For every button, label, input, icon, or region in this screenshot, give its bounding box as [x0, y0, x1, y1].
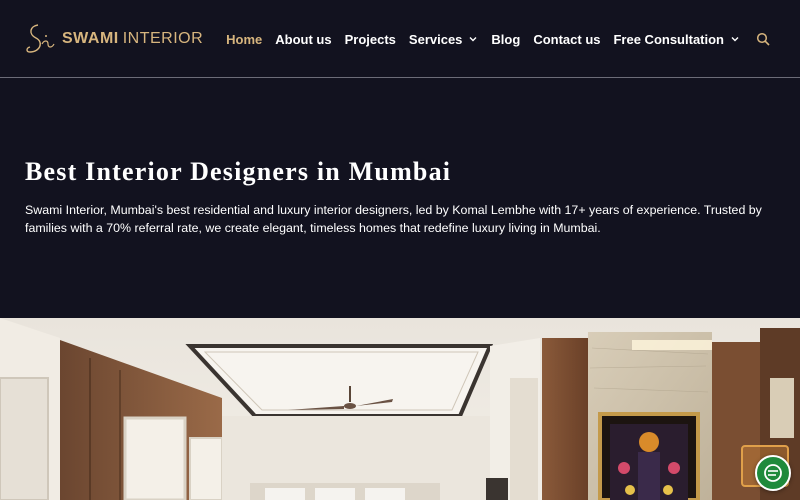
nav-item-about-us[interactable]: About us — [275, 32, 331, 47]
nav-item-label: Home — [226, 31, 263, 47]
site-logo[interactable]: SWAMI INTERIOR — [24, 22, 203, 56]
main-nav: Home About us Projects Services Blog Con… — [213, 28, 770, 50]
chat-icon — [764, 464, 782, 482]
nav-item-home[interactable]: Home — [226, 32, 262, 47]
signature-logo-icon — [26, 24, 55, 53]
nav-item-projects[interactable]: Projects — [345, 32, 396, 47]
brand-name-bold: SWAMI — [62, 30, 119, 47]
hero-section: Best Interior Designers in Mumbai Swami … — [0, 79, 800, 318]
brand-name-light: INTERIOR — [122, 30, 204, 47]
site-header: SWAMI INTERIOR Home About us Projects Ser… — [0, 0, 800, 78]
chevron-down-icon — [469, 37, 477, 42]
chevron-down-icon — [731, 37, 739, 42]
nav-item-contact-us[interactable]: Contact us — [533, 32, 600, 47]
nav-item-label: Projects — [344, 31, 396, 47]
nav-item-free-consultation[interactable]: Free Consultation — [613, 32, 740, 47]
living-room-image — [0, 318, 800, 500]
search-icon[interactable] — [756, 32, 770, 46]
nav-item-label: Services — [408, 31, 463, 47]
nav-item-label: Blog — [491, 31, 521, 47]
nav-item-label: Free Consultation — [613, 31, 724, 47]
hero-description: Swami Interior, Mumbai's best residentia… — [25, 203, 762, 235]
nav-item-blog[interactable]: Blog — [491, 32, 520, 47]
brand-name: SWAMI INTERIOR — [62, 30, 203, 48]
nav-item-services[interactable]: Services — [409, 32, 479, 47]
chat-button[interactable] — [755, 455, 791, 491]
hero-interior-photo — [0, 318, 800, 500]
nav-item-label: About us — [275, 31, 332, 47]
hero-title: Best Interior Designers in Mumbai — [25, 157, 452, 186]
nav-item-label: Contact us — [533, 31, 601, 47]
